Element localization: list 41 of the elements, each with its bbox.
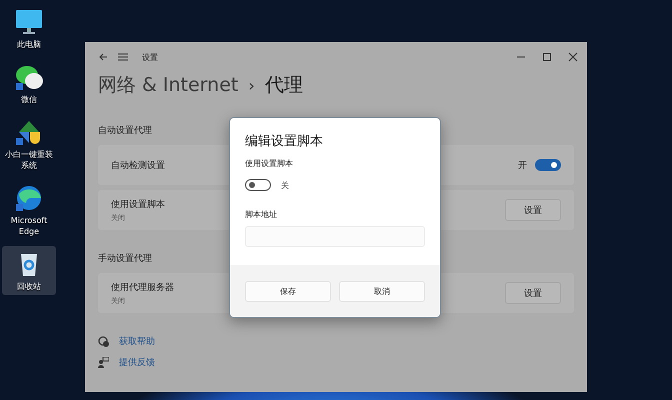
toggle-switch[interactable]	[245, 179, 271, 191]
desktop-shortcut[interactable]: Microsoft Edge	[2, 180, 56, 240]
toggle-state: 关	[281, 180, 289, 190]
chat-bubbles-icon	[15, 63, 43, 91]
settings-button[interactable]: 设置	[505, 282, 561, 304]
person-feedback-icon	[98, 357, 109, 368]
link[interactable]: 获取帮助	[119, 335, 155, 348]
section-heading: 手动设置代理	[98, 252, 153, 265]
monitor-icon	[15, 8, 43, 36]
desktop-shortcut[interactable]: 回收站	[2, 246, 56, 295]
toggle-switch[interactable]	[535, 159, 561, 171]
help-chat-icon	[98, 336, 109, 347]
section-heading: 自动设置代理	[98, 124, 153, 137]
shortcut-label: 此电脑	[17, 39, 41, 50]
breadcrumb-link[interactable]: 网络 & Internet	[98, 72, 238, 98]
toggle-state: 开	[518, 160, 527, 172]
swirl-icon	[15, 184, 43, 212]
settings-button[interactable]: 设置	[505, 199, 561, 221]
shortcut-label: 小白一键重装系统	[4, 149, 54, 171]
dialog-button[interactable]: 取消	[339, 280, 425, 302]
close-icon	[568, 52, 578, 62]
field-label: 脚本地址	[245, 209, 278, 220]
breadcrumb-separator: ›	[248, 76, 255, 94]
link[interactable]: 提供反馈	[119, 356, 155, 369]
setting-label: 自动检测设置	[111, 160, 165, 172]
desktop-shortcut[interactable]: 小白一键重装系统	[2, 114, 56, 174]
dialog-title: 编辑设置脚本	[245, 133, 324, 150]
desktop-shortcut[interactable]: 微信	[2, 59, 56, 108]
setting-label: 使用设置脚本	[111, 198, 165, 210]
back-arrow-icon	[98, 52, 108, 62]
dialog-button[interactable]: 保存	[245, 280, 331, 302]
menu-icon	[118, 52, 128, 62]
shortcut-label: Microsoft Edge	[10, 215, 48, 237]
setting-label: 使用代理服务器	[111, 282, 174, 294]
shortcut-label: 微信	[21, 94, 37, 105]
toggle-label: 使用设置脚本	[245, 158, 294, 169]
page-title: 代理	[264, 73, 303, 98]
app-title: 设置	[142, 52, 158, 62]
maximize-icon	[542, 52, 552, 62]
shortcut-label: 回收站	[17, 281, 41, 292]
desktop-shortcut[interactable]: 此电脑	[2, 4, 56, 53]
